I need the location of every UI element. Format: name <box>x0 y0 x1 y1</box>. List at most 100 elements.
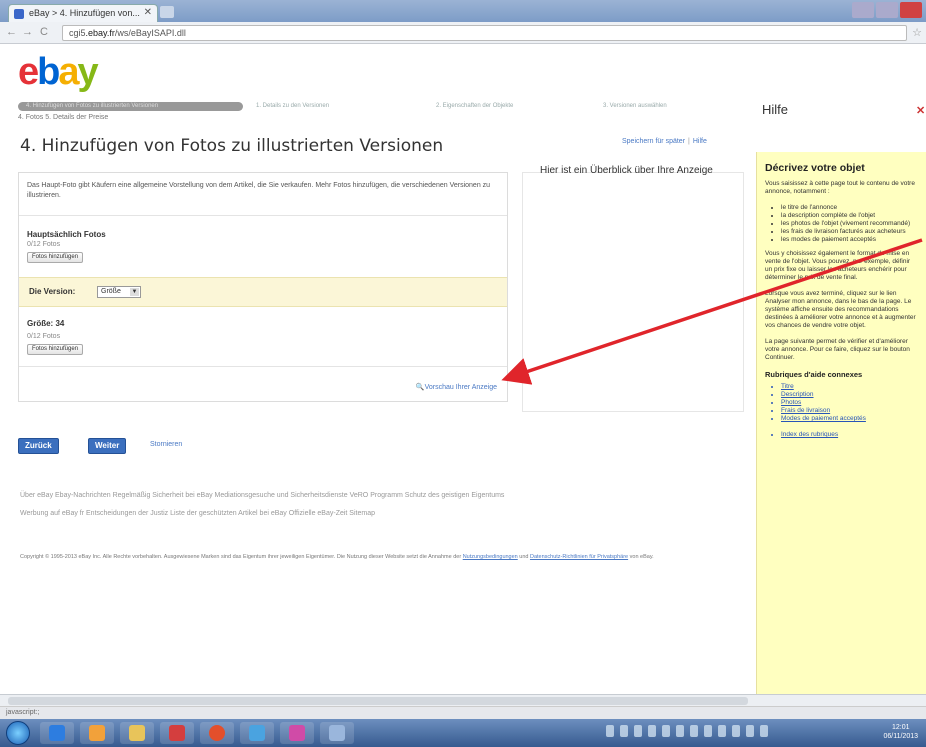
logo-letter-a: a <box>58 51 79 93</box>
tray-icon[interactable] <box>676 725 684 737</box>
new-tab-button[interactable] <box>160 6 174 18</box>
tab-title: eBay > 4. Hinzufügen von... <box>29 8 140 18</box>
help-item: les frais de livraison facturés aux ache… <box>781 228 918 236</box>
browser-titlebar: eBay > 4. Hinzufügen von... ✕ <box>0 0 926 22</box>
help-title: Décrivez votre objet <box>765 162 865 174</box>
tray-icon[interactable] <box>690 725 698 737</box>
taskbar-window-icon[interactable] <box>320 722 354 744</box>
close-window-button[interactable] <box>900 2 922 18</box>
url-input[interactable]: cgi5.ebay.fr/ws/eBayISAPI.dll <box>62 25 907 41</box>
tray-icon[interactable] <box>648 725 656 737</box>
help-header-title: Hilfe <box>762 102 789 117</box>
taskbar-paint-icon[interactable] <box>280 722 314 744</box>
taskbar-ie-icon[interactable] <box>40 722 74 744</box>
help-related-links: Titre Description Photos Frais de livrai… <box>781 383 918 423</box>
help-item: la description complète de l'objet <box>781 212 918 220</box>
size-photos-count: 0/12 Fotos <box>27 333 61 340</box>
preview-link-text: Vorschau Ihrer Anzeige <box>424 384 497 391</box>
browser-tab[interactable]: eBay > 4. Hinzufügen von... ✕ <box>8 4 158 22</box>
close-tab-icon[interactable]: ✕ <box>144 7 152 18</box>
help-link-item[interactable]: Photos <box>781 399 918 407</box>
cancel-link[interactable]: Stornieren <box>150 441 182 448</box>
footer-links-row2[interactable]: Werbung auf eBay fr Entscheidungen der J… <box>20 510 375 517</box>
photos-panel: Das Haupt-Foto gibt Käufern eine allgeme… <box>18 172 508 402</box>
tray-icon[interactable] <box>634 725 642 737</box>
version-label: Die Version: <box>29 287 76 296</box>
copyright-end: von eBay. <box>628 554 654 560</box>
web-page: ebay 4. Hinzufügen von Fotos zu illustri… <box>0 44 926 694</box>
add-main-photos-button[interactable]: Fotos hinzufügen <box>27 252 84 263</box>
main-photos-label: Hauptsächlich Fotos <box>27 230 106 239</box>
next-button[interactable]: Weiter <box>88 438 127 454</box>
url-prefix: cgi5 <box>69 28 86 38</box>
start-button[interactable] <box>6 721 30 745</box>
magnifier-icon: 🔍 <box>415 384 425 391</box>
address-bar: ← → C cgi5.ebay.fr/ws/eBayISAPI.dll ☆ <box>0 22 926 44</box>
clock-time: 12:01 <box>891 724 910 731</box>
back-arrow-icon[interactable]: ← <box>6 26 17 38</box>
help-intro: Vous saisissez à cette page tout le cont… <box>765 180 915 195</box>
help-link-item[interactable]: Frais de livraison <box>781 407 918 415</box>
version-row: Die Version: Größe ▼ <box>19 277 507 307</box>
reload-icon[interactable]: C <box>40 26 48 38</box>
page-title: 4. Hinzufügen von Fotos zu illustrierten… <box>20 136 444 156</box>
tray-icon[interactable] <box>718 725 726 737</box>
save-for-later-link[interactable]: Speichern für später <box>622 138 685 145</box>
taskbar-chrome-icon[interactable] <box>200 722 234 744</box>
copyright-text: Copyright © 1995-2013 eBay Inc. Alle Rec… <box>20 554 740 561</box>
scrollbar-thumb[interactable] <box>8 697 748 705</box>
screenshot-root: eBay > 4. Hinzufügen von... ✕ ← → C cgi5… <box>0 0 926 747</box>
taskbar-outlook-icon[interactable] <box>80 722 114 744</box>
step-details: 1. Details zu den Versionen <box>256 103 330 109</box>
privacy-link[interactable]: Datenschutz-Richtlinien für Privatsphäre <box>530 554 628 560</box>
tray-icon[interactable] <box>606 725 614 737</box>
tray-icon[interactable] <box>760 725 768 737</box>
tray-icon[interactable] <box>662 725 670 737</box>
preview-link[interactable]: 🔍Vorschau Ihrer Anzeige <box>416 383 497 391</box>
logo-letter-e: e <box>18 51 39 93</box>
bookmark-star-icon[interactable]: ☆ <box>912 26 922 39</box>
photos-description: Das Haupt-Foto gibt Käufern eine allgeme… <box>27 182 491 199</box>
logo-letter-y: y <box>77 51 99 93</box>
taskbar-clock[interactable]: 12:01 06/11/2013 <box>883 723 918 741</box>
tray-icon[interactable] <box>620 725 628 737</box>
help-items: le titre de l'annonce la description com… <box>781 204 918 244</box>
help-index: Index des rubriques <box>781 431 918 439</box>
chevron-down-icon: ▼ <box>130 288 139 296</box>
window-controls <box>852 2 922 18</box>
copyright-main: Copyright © 1995-2013 eBay Inc. Alle Rec… <box>20 554 462 560</box>
terms-link[interactable]: Nutzungsbedingungen <box>463 554 518 560</box>
taskbar-app-icon[interactable] <box>240 722 274 744</box>
version-select[interactable]: Größe ▼ <box>97 286 141 298</box>
help-item: les photos de l'objet (vivement recomman… <box>781 220 918 228</box>
system-tray <box>606 725 876 741</box>
step-properties: 2. Eigenschaften der Objekte <box>436 103 514 109</box>
add-size-photos-button[interactable]: Fotos hinzufügen <box>27 344 84 355</box>
tray-icon[interactable] <box>704 725 712 737</box>
maximize-button[interactable] <box>876 2 898 18</box>
taskbar-media-icon[interactable] <box>160 722 194 744</box>
ebay-logo[interactable]: ebay <box>18 51 99 93</box>
tray-icon[interactable] <box>746 725 754 737</box>
windows-taskbar: 12:01 06/11/2013 <box>0 719 926 747</box>
back-button[interactable]: Zurück <box>18 438 59 454</box>
main-photos-section: Hauptsächlich Fotos 0/12 Fotos Fotos hin… <box>19 215 507 277</box>
size-label: Größe: 34 <box>27 319 65 328</box>
help-link-item[interactable]: Description <box>781 391 918 399</box>
footer-links-row1[interactable]: Über eBay Ebay-Nachrichten Regelmäßig Si… <box>20 492 504 499</box>
help-link-item[interactable]: Titre <box>781 383 918 391</box>
tray-icon[interactable] <box>732 725 740 737</box>
current-step-bar: 4. Hinzufügen von Fotos zu illustrierten… <box>18 102 243 111</box>
help-link-item[interactable]: Modes de paiement acceptés <box>781 415 918 423</box>
help-link[interactable]: Hilfe <box>693 138 707 145</box>
minimize-button[interactable] <box>852 2 874 18</box>
help-paragraph-3: Lorsque vous avez terminé, cliquez sur l… <box>765 290 916 329</box>
overview-title: Hier ist ein Überblick über Ihre Anzeige <box>540 165 713 176</box>
forward-arrow-icon[interactable]: → <box>22 26 33 38</box>
close-help-icon[interactable]: ✕ <box>916 104 925 117</box>
help-index-link[interactable]: Index des rubriques <box>781 431 918 439</box>
help-panel: Décrivez votre objet Vous saisissez à ce… <box>756 152 926 694</box>
step-select-versions: 3. Versionen auswählen <box>603 103 667 109</box>
horizontal-scrollbar[interactable] <box>0 694 926 706</box>
taskbar-explorer-icon[interactable] <box>120 722 154 744</box>
